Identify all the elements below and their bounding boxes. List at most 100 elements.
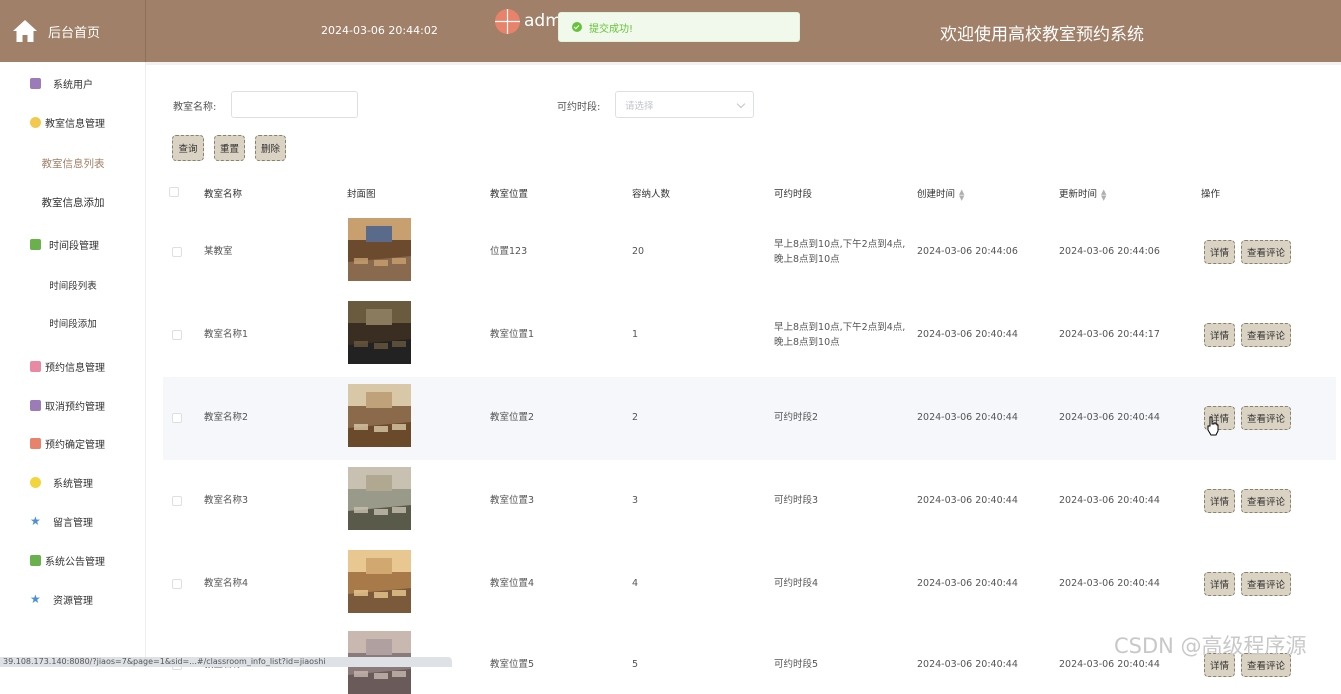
cell-location: 教室位置2: [490, 412, 535, 423]
classroom-name-label: 教室名称:: [173, 102, 217, 113]
view-comments-button[interactable]: 查看评论: [1241, 406, 1291, 430]
document-icon: [30, 360, 41, 372]
delete-button[interactable]: 删除: [255, 135, 286, 161]
mouse-pointer-icon: [1207, 416, 1219, 436]
detail-button[interactable]: 详情: [1204, 489, 1235, 513]
sidebar-item-system-management[interactable]: 系统管理: [0, 470, 146, 494]
cell-timeslot: 可约时段5: [774, 659, 819, 670]
sidebar-item-reservation-management[interactable]: 预约信息管理: [0, 354, 146, 378]
watermark: CSDN @高级程序源: [1114, 634, 1307, 658]
col-header-capacity: 容纳人数: [632, 189, 671, 200]
query-button[interactable]: 查询: [172, 135, 204, 161]
cube-icon: [30, 116, 41, 128]
cell-created-time: 2024-03-06 20:40:44: [917, 329, 1018, 340]
detail-button[interactable]: 详情: [1204, 572, 1235, 596]
cover-image: [348, 301, 411, 364]
col-header-name: 教室名称: [204, 189, 243, 200]
sort-icon[interactable]: ▲ ▼: [959, 188, 964, 201]
sidebar-item-classroom-management[interactable]: 教室信息管理: [0, 110, 146, 134]
row-checkbox[interactable]: [172, 247, 182, 257]
cell-timeslot: 可约时段4: [774, 578, 819, 589]
row-checkbox[interactable]: [172, 579, 182, 589]
sidebar-item-classroom-list[interactable]: 教室信息列表: [0, 151, 146, 175]
sidebar-item-label: 时间段列表: [49, 281, 97, 292]
row-hover-highlight: [163, 377, 1336, 460]
detail-button[interactable]: 详情: [1204, 240, 1235, 264]
sort-icon[interactable]: ▲ ▼: [1101, 188, 1106, 201]
cell-classroom-name: 教室名称3: [204, 495, 249, 506]
cell-timeslot: 早上8点到10点,下午2点到4点,晚上8点到10点: [774, 322, 906, 348]
cell-capacity: 4: [632, 578, 639, 589]
cell-updated-time: 2024-03-06 20:40:44: [1059, 412, 1160, 423]
cover-image: [348, 384, 411, 447]
reset-button[interactable]: 重置: [214, 135, 245, 161]
timeslot-select[interactable]: 请选择: [615, 91, 754, 118]
grid-icon: [30, 437, 41, 449]
select-all-checkbox[interactable]: [169, 187, 179, 197]
cell-location: 教室位置3: [490, 495, 535, 506]
sidebar-item-timeslot-add[interactable]: 时间段添加: [0, 311, 146, 335]
archive-icon: [30, 399, 41, 411]
col-header-updated[interactable]: 更新时间 ▲ ▼: [1059, 186, 1106, 201]
detail-button[interactable]: 详情: [1204, 323, 1235, 347]
sidebar-item-label: 资源管理: [53, 595, 93, 607]
home-icon: [13, 20, 37, 42]
sidebar-item-resources[interactable]: ★ 资源管理: [0, 587, 146, 611]
cell-timeslot: 早上8点到10点,下午2点到4点,晚上8点到10点: [774, 239, 906, 265]
cell-created-time: 2024-03-06 20:40:44: [917, 659, 1018, 670]
sidebar-item-timeslot-list[interactable]: 时间段列表: [0, 273, 146, 297]
sidebar-item-label: 留言管理: [53, 517, 93, 529]
sidebar-item-messages[interactable]: ★ 留言管理: [0, 509, 146, 533]
row-checkbox[interactable]: [172, 496, 182, 506]
sidebar-item-label: 预约信息管理: [45, 362, 105, 374]
success-toast: 提交成功!: [558, 12, 800, 42]
toast-message: 提交成功!: [589, 23, 634, 35]
cell-updated-time: 2024-03-06 20:44:06: [1059, 246, 1160, 257]
cover-image: [348, 467, 411, 530]
header-datetime: 2024-03-06 20:44:02: [321, 24, 438, 37]
sidebar-item-cancel-reservation[interactable]: 取消预约管理: [0, 393, 146, 417]
sidebar-item-label: 系统管理: [53, 478, 93, 490]
col-header-created[interactable]: 创建时间 ▲ ▼: [917, 186, 964, 201]
cell-classroom-name: 某教室: [204, 246, 233, 257]
row-checkbox[interactable]: [172, 413, 182, 423]
col-header-location: 教室位置: [490, 189, 529, 200]
sidebar-item-system-users[interactable]: 系统用户: [0, 71, 146, 95]
sidebar-item-label: 教室信息添加: [41, 196, 105, 209]
sidebar-item-announcements[interactable]: 系统公告管理: [0, 548, 146, 572]
star-icon: ★: [30, 591, 41, 606]
avatar[interactable]: [495, 9, 520, 34]
view-comments-button[interactable]: 查看评论: [1241, 323, 1291, 347]
cell-location: 教室位置5: [490, 659, 535, 670]
sidebar-item-timeslot-management[interactable]: 时间段管理: [0, 232, 146, 256]
view-comments-button[interactable]: 查看评论: [1241, 572, 1291, 596]
cell-timeslot: 可约时段2: [774, 412, 819, 423]
col-header-updated-label: 更新时间: [1059, 189, 1098, 200]
cell-capacity: 2: [632, 412, 639, 423]
classroom-name-input[interactable]: [231, 91, 358, 118]
sidebar-item-label: 教室信息管理: [45, 118, 105, 130]
main-content: [146, 62, 1341, 667]
timeslot-placeholder: 请选择: [625, 100, 654, 112]
cell-location: 教室位置1: [490, 329, 535, 340]
col-header-cover: 封面图: [347, 189, 376, 200]
sidebar-item-reservation-confirm[interactable]: 预约确定管理: [0, 431, 146, 455]
view-comments-button[interactable]: 查看评论: [1241, 489, 1291, 513]
sidebar-item-label: 预约确定管理: [45, 439, 105, 451]
cell-capacity: 5: [632, 659, 639, 670]
divider: [146, 62, 1341, 65]
cover-image: [348, 550, 411, 613]
row-checkbox[interactable]: [172, 330, 182, 340]
home-link[interactable]: 后台首页: [0, 0, 146, 62]
col-header-created-label: 创建时间: [917, 189, 956, 200]
sidebar-item-classroom-add[interactable]: 教室信息添加: [0, 190, 146, 214]
timeslot-label: 可约时段:: [557, 102, 601, 113]
cell-updated-time: 2024-03-06 20:40:44: [1059, 578, 1160, 589]
sidebar: 系统用户 教室信息管理 教室信息列表 教室信息添加 时间段管理 时间段列表 时间…: [0, 62, 146, 667]
sidebar-item-label: 时间段管理: [49, 240, 99, 252]
sidebar-item-label: 系统用户: [53, 79, 93, 91]
sidebar-item-label: 取消预约管理: [45, 401, 105, 413]
view-comments-button[interactable]: 查看评论: [1241, 240, 1291, 264]
cell-classroom-name: 教室名称1: [204, 329, 249, 340]
home-label: 后台首页: [48, 25, 101, 41]
